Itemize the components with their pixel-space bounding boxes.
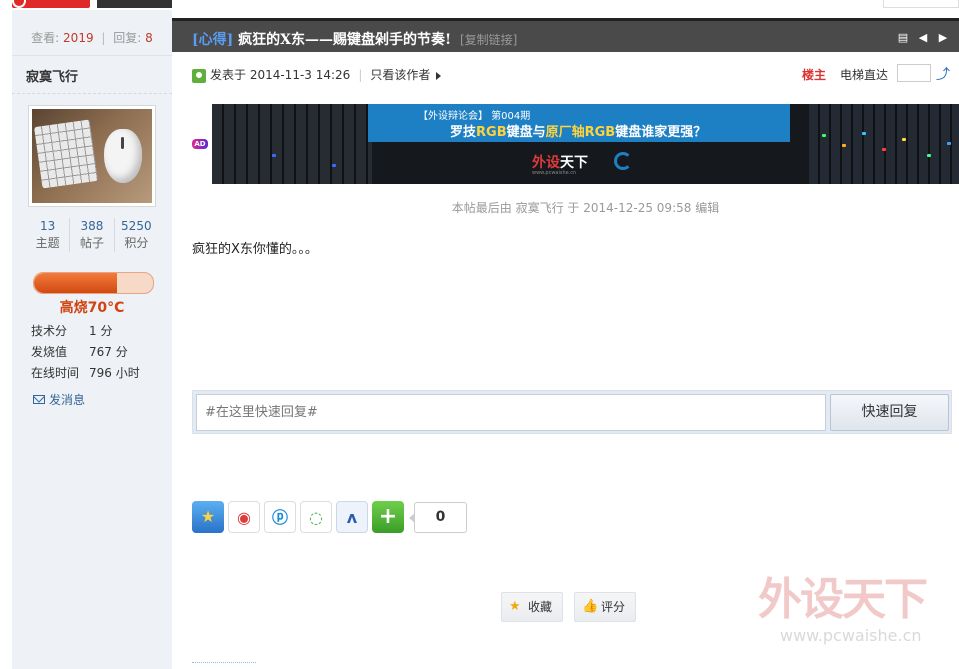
mail-icon (33, 395, 45, 404)
keyboard-right-graphic (809, 104, 959, 184)
count-points[interactable]: 5250 积分 (113, 218, 158, 252)
site-watermark: 外设天下 www.pcwaishe.cn (758, 574, 928, 645)
online-user-icon (192, 68, 206, 83)
copy-link-button[interactable]: [复制链接] (460, 31, 517, 48)
qzone-share-icon[interactable]: ★ (192, 501, 224, 533)
weibo-share-icon[interactable]: ◉ (228, 501, 260, 533)
pengyou-share-icon[interactable]: ⓟ (264, 501, 296, 533)
next-thread-icon[interactable]: ▶ (937, 32, 949, 44)
banner-ad[interactable]: 【外设辩论会】 第004期 罗技RGB键盘与原厂轴RGB键盘谁家更强？ 外设天下… (212, 104, 959, 184)
only-author-link[interactable]: 只看该作者 (370, 68, 430, 82)
logitech-g-icon (614, 152, 632, 170)
quick-reply-input[interactable] (196, 394, 826, 431)
thread-title: [心得] 疯狂的X东——赐键盘剁手的节奏! (192, 32, 452, 48)
favorite-button[interactable]: ★ 收藏 (501, 592, 563, 622)
share-bar: ★ ◉ ⓟ ◌ ʌ + 0 (192, 501, 467, 533)
prev-thread-icon[interactable]: ◀ (917, 32, 929, 44)
banner-headline: 罗技RGB键盘与原厂轴RGB键盘谁家更强？ (450, 125, 707, 140)
top-right-control[interactable] (883, 0, 959, 8)
floor-jump-go-icon[interactable]: ⤴ (936, 64, 950, 84)
quick-reply-button[interactable]: 快速回复 (830, 394, 949, 431)
profile-tech: 技术分 1 分 (31, 324, 113, 338)
floor-jump-label: 电梯直达 (840, 68, 889, 82)
profile-online: 在线时间 796 小时 (31, 366, 140, 380)
author-sidebar: 查看: 2019 | 回复: 8 寂寞飞行 13 主题 388 帖子 5250 … (12, 10, 172, 669)
count-posts[interactable]: 388 帖子 (69, 218, 113, 252)
profile-fever: 发烧值 767 分 (31, 345, 128, 359)
star-icon: ★ (509, 599, 521, 614)
view-count: 2019 (63, 31, 94, 45)
thumbs-up-icon: 👍 (582, 599, 599, 614)
keyboard-left-graphic (212, 104, 372, 184)
author-counts: 13 主题 388 帖子 5250 积分 (26, 218, 158, 252)
divider (12, 93, 172, 94)
thread-stats: 查看: 2019 | 回复: 8 (12, 20, 172, 56)
keyboard-image (33, 119, 99, 189)
banner-logo: 外设天下 www.pcwaishe.cn (532, 155, 588, 176)
floor-owner-label: 楼主 (802, 68, 827, 82)
count-threads[interactable]: 13 主题 (26, 218, 69, 252)
heat-label: 高烧70°C (59, 300, 125, 316)
banner-issue: 【外设辩论会】 第004期 (418, 111, 531, 122)
share-count: 0 (409, 501, 467, 533)
edit-notice: 本帖最后由 寂寞飞行 于 2014-12-25 09:58 编辑 (451, 201, 720, 215)
top-nav-button[interactable] (97, 0, 172, 8)
user-circle-icon (12, 0, 26, 8)
bottom-link[interactable] (192, 662, 256, 668)
floor-jump-input[interactable] (897, 64, 931, 82)
mouse-image (104, 129, 142, 183)
post-content: 疯狂的X东你懂的。。。 (192, 242, 318, 257)
thread-category[interactable]: [心得] (192, 32, 233, 48)
renren-share-icon[interactable]: ʌ (336, 501, 368, 533)
my-center-button[interactable] (12, 0, 90, 8)
quick-reply-bar: 快速回复 (192, 390, 952, 434)
wechat-share-icon[interactable]: ◌ (300, 501, 332, 533)
more-share-icon[interactable]: + (372, 501, 404, 533)
print-icon[interactable]: ▤ (897, 32, 909, 44)
post-time: 发表于 2014-11-3 14:26 (210, 68, 351, 82)
heat-bar-fill (34, 273, 118, 293)
reply-count: 8 (145, 31, 153, 45)
avatar[interactable] (28, 105, 156, 207)
heat-bar (33, 272, 154, 294)
arrow-right-icon (436, 71, 442, 80)
send-message-link[interactable]: 发消息 (33, 391, 85, 408)
ad-badge: AD (192, 139, 208, 149)
post-meta: 发表于 2014-11-3 14:26 | 只看该作者 楼主 电梯直达 ⤴ (192, 64, 952, 86)
author-name[interactable]: 寂寞飞行 (26, 66, 78, 85)
rate-button[interactable]: 👍 评分 (574, 592, 636, 622)
thread-title-bar: [心得] 疯狂的X东——赐键盘剁手的节奏! [复制链接] ▤ ◀ ▶ (172, 14, 959, 56)
banner-headline-box: 【外设辩论会】 第004期 罗技RGB键盘与原厂轴RGB键盘谁家更强？ (368, 104, 790, 142)
